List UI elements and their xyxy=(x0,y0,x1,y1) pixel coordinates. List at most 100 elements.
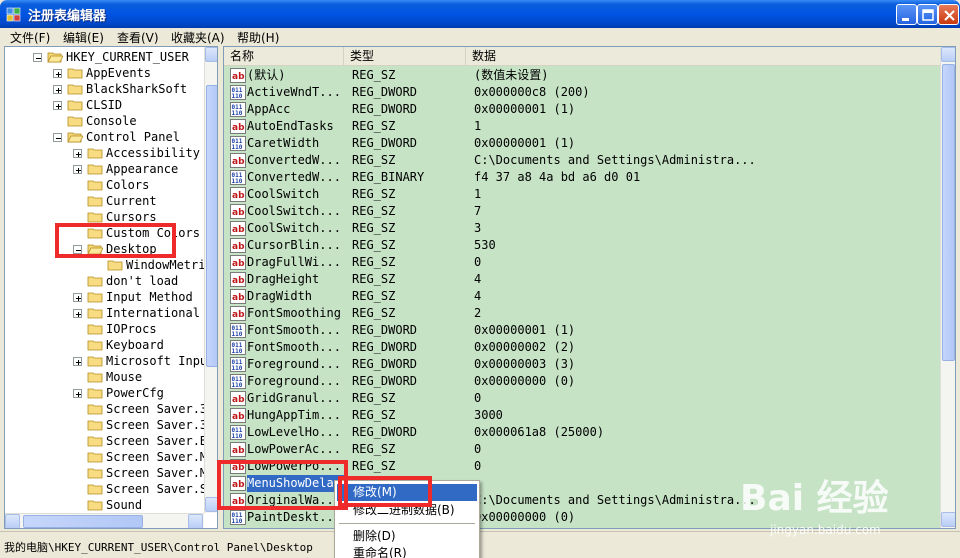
value-row[interactable]: 011 110 ConvertedW... REG_BINARY f4 37 a8 4a… xyxy=(224,169,940,186)
expand-icon[interactable] xyxy=(73,389,82,398)
column-header-data[interactable]: 数据 xyxy=(466,47,940,66)
value-name: CoolSwitch... xyxy=(247,204,341,218)
value-row[interactable]: ab CoolSwitch... REG_SZ 7 xyxy=(224,203,940,220)
tree-node[interactable]: Microsoft Input xyxy=(5,353,214,369)
list-scroll-up-button[interactable] xyxy=(941,47,955,62)
expand-icon[interactable] xyxy=(53,101,62,110)
tree-horizontal-scrollbar[interactable] xyxy=(5,513,204,528)
string-value-icon: ab xyxy=(230,272,246,287)
value-row[interactable]: ab DragHeight REG_SZ 4 xyxy=(224,271,940,288)
scroll-up-button[interactable] xyxy=(205,47,217,62)
tree-node[interactable]: AppEvents xyxy=(5,65,204,81)
value-row[interactable]: ab ConvertedW... REG_SZ C:\Documents and Se… xyxy=(224,152,940,169)
tree-node[interactable]: don't load xyxy=(5,273,204,289)
title-bar[interactable]: 注册表编辑器 xyxy=(0,0,960,28)
binary-value-icon: 011110 xyxy=(230,425,246,440)
tree-node[interactable]: Console xyxy=(5,113,204,129)
menu-file[interactable]: 文件(F) xyxy=(10,29,50,46)
key-tree-pane[interactable]: HKEY_CURRENT_USER AppEvents BlackSharkSoft… xyxy=(4,46,218,529)
tree-node[interactable]: CLSID xyxy=(5,97,204,113)
close-button[interactable] xyxy=(938,4,959,25)
value-row[interactable]: ab HungAppTim... REG_SZ 3000 xyxy=(224,407,940,424)
value-row[interactable]: ab (默认) REG_SZ (数值未设置) xyxy=(224,67,940,84)
value-row[interactable]: ab DragFullWi... REG_SZ 0 xyxy=(224,254,940,271)
string-value-icon: ab xyxy=(230,442,246,457)
tree-node[interactable]: Input Method xyxy=(5,289,204,305)
value-row[interactable]: 011 110 LowLevelHo... REG_DWORD 0x000061a8 (… xyxy=(224,424,940,441)
expand-icon[interactable] xyxy=(73,357,82,366)
highlight-desktop-key xyxy=(55,223,176,258)
tree-node[interactable]: Current xyxy=(5,193,204,209)
tree-node[interactable]: PowerCfg xyxy=(5,385,204,401)
tree-node[interactable]: International xyxy=(5,305,204,321)
tree-node[interactable]: BlackSharkSoft xyxy=(5,81,204,97)
value-row[interactable]: 011 110 AppAcc REG_DWORD 0x00000001 (1) xyxy=(224,101,940,118)
tree-node[interactable]: Sound xyxy=(5,497,204,513)
folder-icon xyxy=(87,180,103,191)
value-row[interactable]: 011 110 ActiveWndT... REG_DWORD 0x000000c8 (… xyxy=(224,84,940,101)
menu-bar: 文件(F) 编辑(E) 查看(V) 收藏夹(A) 帮助(H) xyxy=(0,28,960,46)
context-delete[interactable]: 删除(D) xyxy=(337,528,477,545)
tree-node[interactable]: Screen Saver.M xyxy=(5,465,207,481)
tree-node[interactable]: Appearance xyxy=(5,161,204,177)
column-header-type[interactable]: 类型 xyxy=(344,47,466,66)
expand-icon[interactable] xyxy=(73,309,82,318)
value-row[interactable]: ab LowPowerAc... REG_SZ 0 xyxy=(224,441,940,458)
tree-node[interactable]: WindowMetrics xyxy=(5,257,217,273)
tree-node[interactable]: Screen Saver.B xyxy=(5,433,207,449)
tree-node[interactable]: Screen Saver.M xyxy=(5,449,207,465)
expand-icon[interactable] xyxy=(73,165,82,174)
highlight-modify-item xyxy=(338,476,432,507)
tree-node[interactable]: IOProcs xyxy=(5,321,204,337)
value-row[interactable]: 011 110 FontSmooth... REG_DWORD 0x00000001 (… xyxy=(224,322,940,339)
value-row[interactable]: 011 110 CaretWidth REG_DWORD 0x00000001 (1) xyxy=(224,135,940,152)
value-row[interactable]: ab CoolSwitch REG_SZ 1 xyxy=(224,186,940,203)
collapse-icon[interactable] xyxy=(53,133,62,142)
tree-node[interactable]: Screen Saver.S xyxy=(5,481,207,497)
value-row[interactable]: 011 110 Foreground... REG_DWORD 0x00000003 (… xyxy=(224,356,940,373)
tree-node[interactable]: HKEY_CURRENT_USER xyxy=(5,49,204,65)
expand-icon[interactable] xyxy=(53,85,62,94)
tree-node[interactable]: Mouse xyxy=(5,369,204,385)
minimize-button[interactable] xyxy=(896,4,917,25)
maximize-button[interactable] xyxy=(917,4,938,25)
string-value-icon: ab xyxy=(230,119,246,134)
tree-node[interactable]: Keyboard xyxy=(5,337,204,353)
string-value-icon: ab xyxy=(230,289,246,304)
value-row[interactable]: 011 110 Foreground... REG_DWORD 0x00000000 (… xyxy=(224,373,940,390)
expand-icon[interactable] xyxy=(73,293,82,302)
values-list-pane[interactable]: 名称 类型 数据 ab (默认) REG_SZ (数值未设置) 011 110 Active… xyxy=(223,46,956,529)
expand-icon[interactable] xyxy=(53,69,62,78)
menu-favorites[interactable]: 收藏夹(A) xyxy=(171,29,225,46)
scroll-right-button[interactable] xyxy=(188,514,203,528)
column-header-name[interactable]: 名称 xyxy=(224,47,344,66)
value-row[interactable]: ab GridGranul... REG_SZ 0 xyxy=(224,390,940,407)
value-row[interactable]: ab FontSmoothing REG_SZ 2 xyxy=(224,305,940,322)
value-row[interactable]: ab CoolSwitch... REG_SZ 3 xyxy=(224,220,940,237)
value-row[interactable]: 011 110 FontSmooth... REG_DWORD 0x00000002 (… xyxy=(224,339,940,356)
menu-help[interactable]: 帮助(H) xyxy=(237,29,279,46)
list-scroll-thumb[interactable] xyxy=(942,64,955,361)
value-row[interactable]: ab CursorBlin... REG_SZ 530 xyxy=(224,237,940,254)
tree-node[interactable]: Screen Saver.3 xyxy=(5,417,207,433)
tree-node[interactable]: Accessibility xyxy=(5,145,204,161)
tree-node[interactable]: Control Panel xyxy=(5,129,204,145)
expand-icon[interactable] xyxy=(73,149,82,158)
list-vertical-scrollbar[interactable] xyxy=(940,47,955,528)
context-rename[interactable]: 重命名(R) xyxy=(337,545,477,558)
tree-node[interactable]: Colors xyxy=(5,177,204,193)
value-type: REG_SZ xyxy=(352,408,396,422)
collapse-icon[interactable] xyxy=(33,53,42,62)
hscroll-thumb[interactable] xyxy=(23,515,143,528)
tree-node[interactable]: Screen Saver.3 xyxy=(5,401,207,417)
scroll-thumb[interactable] xyxy=(206,85,217,367)
menu-edit[interactable]: 编辑(E) xyxy=(63,29,104,46)
value-row[interactable]: ab DragWidth REG_SZ 4 xyxy=(224,288,940,305)
scroll-left-button[interactable] xyxy=(5,514,20,528)
svg-text:110: 110 xyxy=(232,518,243,525)
menu-view[interactable]: 查看(V) xyxy=(117,29,159,46)
tree-vertical-scrollbar[interactable] xyxy=(204,47,217,513)
value-data: 3000 xyxy=(474,408,503,422)
list-scroll-down-button[interactable] xyxy=(941,512,955,527)
value-row[interactable]: ab AutoEndTasks REG_SZ 1 xyxy=(224,118,940,135)
